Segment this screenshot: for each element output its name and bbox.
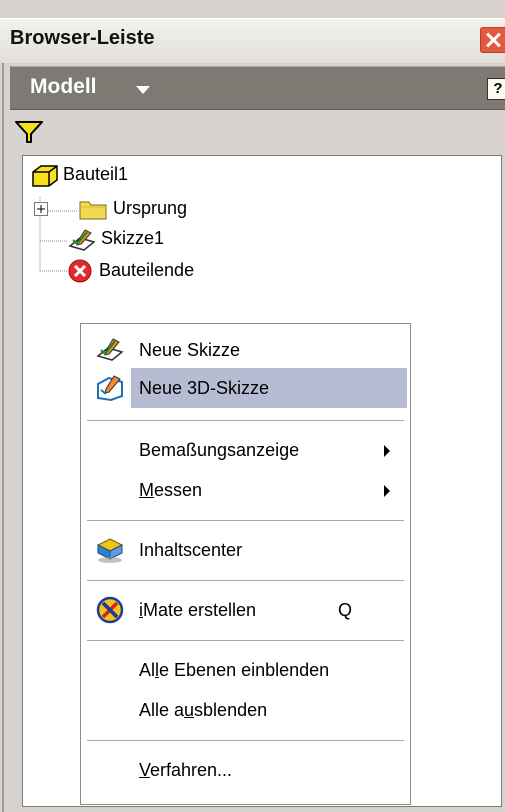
- menu-separator: [87, 420, 404, 421]
- model-header[interactable]: Modell ?: [10, 66, 505, 110]
- menu-item-label: iMate erstellen: [139, 600, 257, 620]
- menu-item-label: Inhaltscenter: [139, 540, 243, 560]
- submenu-arrow-icon: [384, 445, 390, 457]
- submenu-arrow-icon: [384, 485, 390, 497]
- part-end-icon: [68, 259, 92, 283]
- menu-item-verfahren[interactable]: Verfahren...: [81, 750, 410, 790]
- sketch-icon: [68, 229, 96, 251]
- menu-item-alle-ausblenden[interactable]: Alle ausblenden: [81, 690, 410, 730]
- close-button[interactable]: [480, 27, 505, 53]
- help-button[interactable]: ?: [487, 78, 505, 100]
- menu-item-label: Alle ausblenden: [139, 700, 268, 720]
- menu-item-neue-3d-skizze[interactable]: Neue 3D-Skizze: [131, 368, 407, 408]
- menu-separator: [87, 740, 404, 741]
- filter-icon[interactable]: [14, 120, 44, 144]
- imate-icon: [96, 596, 124, 624]
- menu-item-inhaltscenter[interactable]: Inhaltscenter: [81, 530, 410, 570]
- menu-item-shortcut: Q: [338, 600, 353, 620]
- browser-panel: Browser-Leiste Modell ? Bauteil1 Ursprun…: [0, 0, 505, 812]
- menu-separator: [87, 580, 404, 581]
- sketch-3d-icon: [97, 375, 123, 402]
- menu-item-label: Neue 3D-Skizze: [139, 378, 270, 398]
- menu-item-label: Messen: [139, 480, 203, 500]
- part-icon: [32, 165, 58, 187]
- menu-item-imate-erstellen[interactable]: iMate erstellen Q: [81, 590, 410, 630]
- menu-item-label: Verfahren...: [139, 760, 233, 780]
- menu-separator: [87, 520, 404, 521]
- tree-item-label: Bauteilende: [99, 260, 195, 280]
- menu-item-label: Alle Ebenen einblenden: [139, 660, 330, 680]
- menu-item-alle-ebenen-einblenden[interactable]: Alle Ebenen einblenden: [81, 650, 410, 690]
- panel-titlebar[interactable]: Browser-Leiste: [0, 18, 505, 63]
- tree-item-label: Ursprung: [113, 198, 188, 218]
- chevron-down-icon[interactable]: [136, 86, 150, 94]
- tree-root-label: Bauteil1: [63, 164, 129, 184]
- menu-separator: [87, 640, 404, 641]
- menu-item-neue-skizze[interactable]: Neue Skizze: [81, 330, 410, 370]
- menu-item-label: Neue Skizze: [139, 340, 241, 360]
- menu-item-bemassungsanzeige[interactable]: Bemaßungsanzeige: [81, 430, 410, 470]
- sketch-icon: [96, 338, 124, 361]
- expand-plus-icon[interactable]: [34, 202, 48, 216]
- panel-title: Browser-Leiste: [10, 27, 155, 49]
- menu-item-label: Bemaßungsanzeige: [139, 440, 300, 460]
- menu-item-messen[interactable]: Messen: [81, 470, 410, 510]
- tree-item-label: Skizze1: [101, 228, 165, 248]
- panel-left-border: [2, 60, 4, 812]
- context-menu[interactable]: Neue Skizze Neue 3D-Skizze Bemaßungsanze…: [80, 323, 411, 805]
- content-center-icon: [96, 538, 124, 563]
- model-dropdown-label[interactable]: Modell: [30, 75, 97, 99]
- folder-icon: [79, 201, 107, 220]
